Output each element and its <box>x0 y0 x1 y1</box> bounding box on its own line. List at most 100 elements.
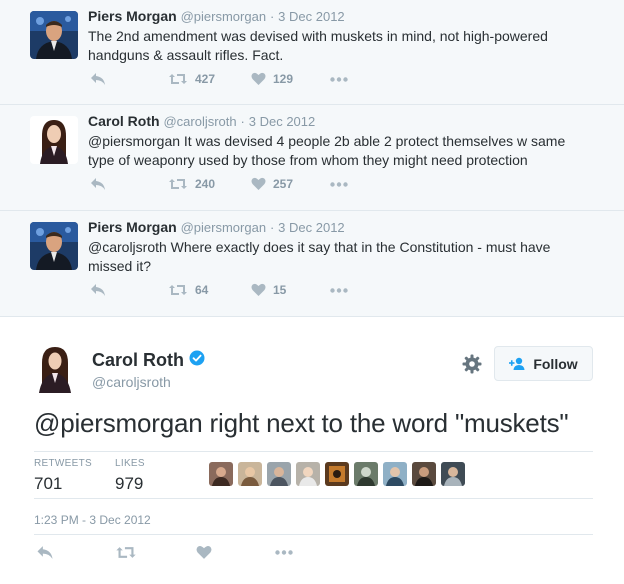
mention-link[interactable]: @caroljsroth <box>88 239 167 255</box>
like-count: 129 <box>273 72 294 86</box>
more-button[interactable] <box>330 288 348 293</box>
liker-avatar[interactable] <box>267 462 291 486</box>
like-button[interactable] <box>196 545 212 560</box>
reply-icon <box>91 178 105 190</box>
liker-avatar[interactable] <box>238 462 262 486</box>
more-icon <box>275 550 293 555</box>
main-author-handle[interactable]: @caroljsroth <box>92 374 171 390</box>
heart-icon <box>251 72 266 85</box>
retweet-button[interactable]: 64 <box>168 283 208 297</box>
tweet-header: Piers Morgan @piersmorgan · 3 Dec 2012 <box>88 8 345 24</box>
tweet-actions: 427 129 <box>88 72 388 90</box>
author-name[interactable]: Piers Morgan <box>88 219 177 235</box>
gear-button[interactable] <box>462 354 482 379</box>
retweet-count: 427 <box>195 72 216 86</box>
mention-link[interactable]: @piersmorgan <box>34 408 203 438</box>
heart-icon <box>251 177 266 190</box>
liker-avatar[interactable] <box>296 462 320 486</box>
mention-link[interactable]: @piersmorgan <box>88 133 180 149</box>
verified-icon <box>189 350 205 371</box>
liker-avatars <box>209 462 470 486</box>
thread-tweet[interactable]: Piers Morgan @piersmorgan · 3 Dec 2012 @… <box>0 211 624 317</box>
like-button[interactable]: 257 <box>251 177 293 191</box>
tweet-text-line: @piersmorgan It was devised 4 people 2b … <box>88 132 588 151</box>
divider <box>34 534 593 535</box>
main-avatar[interactable] <box>34 345 76 398</box>
retweet-button[interactable]: 240 <box>168 177 215 191</box>
reply-button[interactable] <box>90 283 106 297</box>
retweet-icon <box>169 285 187 295</box>
retweet-icon <box>169 179 187 189</box>
tweet-text: @caroljsroth Where exactly does it say t… <box>88 238 588 276</box>
liker-avatar[interactable] <box>354 462 378 486</box>
tweet-actions: 64 15 <box>88 283 388 301</box>
tweet-actions: 240 257 <box>88 177 388 195</box>
likes-value: 979 <box>115 474 144 493</box>
tweet-date[interactable]: 3 Dec 2012 <box>249 114 316 129</box>
like-count: 257 <box>273 177 294 191</box>
tweet-text-line: missed it? <box>88 258 152 274</box>
main-tweet-actions <box>34 543 334 563</box>
thread-tweet[interactable]: Carol Roth @caroljsroth · 3 Dec 2012 @pi… <box>0 105 624 211</box>
reply-icon <box>91 73 105 85</box>
tweet-text: The 2nd amendment was devised with muske… <box>88 27 588 65</box>
reply-icon <box>91 284 105 296</box>
more-button[interactable] <box>330 77 348 82</box>
liker-avatar[interactable] <box>412 462 436 486</box>
tweet-text-line: type of weaponry used by those from whom… <box>88 152 528 168</box>
author-name[interactable]: Carol Roth <box>88 113 160 129</box>
liker-avatar[interactable] <box>325 462 349 486</box>
retweet-button[interactable]: 427 <box>168 72 215 86</box>
retweet-button[interactable] <box>115 545 137 560</box>
more-icon <box>330 77 348 82</box>
author-handle[interactable]: @caroljsroth <box>163 114 236 129</box>
likes-label: LIKES <box>115 458 145 469</box>
like-button[interactable]: 129 <box>251 72 293 86</box>
avatar[interactable] <box>30 116 78 164</box>
retweet-icon <box>116 547 136 558</box>
reply-button[interactable] <box>90 177 106 191</box>
likes-stat[interactable]: LIKES 979 <box>115 458 145 494</box>
main-author-name[interactable]: Carol Roth <box>92 350 205 371</box>
more-icon <box>330 182 348 187</box>
reply-button[interactable] <box>90 72 106 86</box>
thread-tweet[interactable]: Piers Morgan @piersmorgan · 3 Dec 2012 T… <box>0 0 624 105</box>
more-button[interactable] <box>330 182 348 187</box>
retweet-icon <box>169 74 187 84</box>
conversation-thread: Piers Morgan @piersmorgan · 3 Dec 2012 T… <box>0 0 624 317</box>
tweet-header: Piers Morgan @piersmorgan · 3 Dec 2012 <box>88 219 345 235</box>
retweets-label: RETWEETS <box>34 458 92 469</box>
more-button[interactable] <box>274 550 294 555</box>
follow-button[interactable]: Follow <box>494 346 593 381</box>
liker-avatar[interactable] <box>383 462 407 486</box>
avatar[interactable] <box>30 11 78 59</box>
retweet-count: 64 <box>195 283 209 297</box>
gear-icon <box>462 354 482 374</box>
liker-avatar[interactable] <box>441 462 465 486</box>
tweet-timestamp[interactable]: 1:23 PM - 3 Dec 2012 <box>34 513 151 527</box>
liker-avatar[interactable] <box>209 462 233 486</box>
tweet-text-segment: It was devised 4 people 2b able 2 protec… <box>180 133 566 149</box>
more-icon <box>330 288 348 293</box>
tweet-text-segment: right next to the word "muskets" <box>202 408 569 438</box>
author-name[interactable]: Piers Morgan <box>88 8 177 24</box>
divider <box>34 451 593 452</box>
avatar[interactable] <box>30 222 78 270</box>
follow-label: Follow <box>533 355 578 372</box>
separator: · <box>240 114 245 129</box>
tweet-header: Carol Roth @caroljsroth · 3 Dec 2012 <box>88 113 315 129</box>
tweet-date[interactable]: 3 Dec 2012 <box>278 220 345 235</box>
heart-icon <box>196 545 212 559</box>
like-button[interactable]: 15 <box>251 283 286 297</box>
retweets-stat[interactable]: RETWEETS 701 <box>34 458 92 494</box>
tweet-text-line: handguns & assault rifles. Fact. <box>88 47 284 63</box>
divider <box>34 498 593 499</box>
tweet-text-line: @caroljsroth Where exactly does it say t… <box>88 238 588 257</box>
author-handle[interactable]: @piersmorgan <box>181 9 266 24</box>
reply-button[interactable] <box>36 545 54 560</box>
author-handle[interactable]: @piersmorgan <box>181 220 266 235</box>
author-name[interactable]: Carol Roth <box>92 350 184 371</box>
reply-icon <box>37 546 53 559</box>
tweet-date[interactable]: 3 Dec 2012 <box>278 9 345 24</box>
tweet-text-line: The 2nd amendment was devised with muske… <box>88 28 548 44</box>
